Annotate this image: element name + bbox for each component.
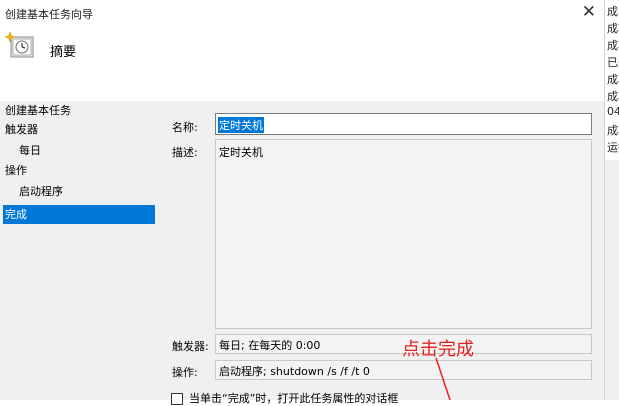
bg-status-text: 已未 — [607, 56, 619, 69]
bg-status-text: 04 — [607, 105, 619, 118]
bg-status-text: 成功 — [607, 73, 619, 86]
annotation-text: 点击完成 — [402, 339, 474, 360]
annotation-arrow — [435, 357, 451, 400]
create-basic-task-wizard: 创建基本任务向导 ✕ 摘要 创建基本任务 触发器 每日 操作 启动程序 完成 名… — [0, 0, 604, 405]
background-window-panel — [605, 160, 619, 400]
bg-status-text: 成功 — [607, 22, 619, 35]
bg-status-text: 成功 — [607, 90, 619, 103]
background-window-strip: 成 成功 成功 已未 成功 成功 04 成功 运行 — [604, 0, 619, 400]
bg-status-text: 运行 — [607, 141, 619, 154]
bg-status-text: 成功 — [607, 124, 619, 137]
bg-status-text: 成功 — [607, 39, 619, 52]
bg-status-text: 成 — [607, 5, 618, 18]
